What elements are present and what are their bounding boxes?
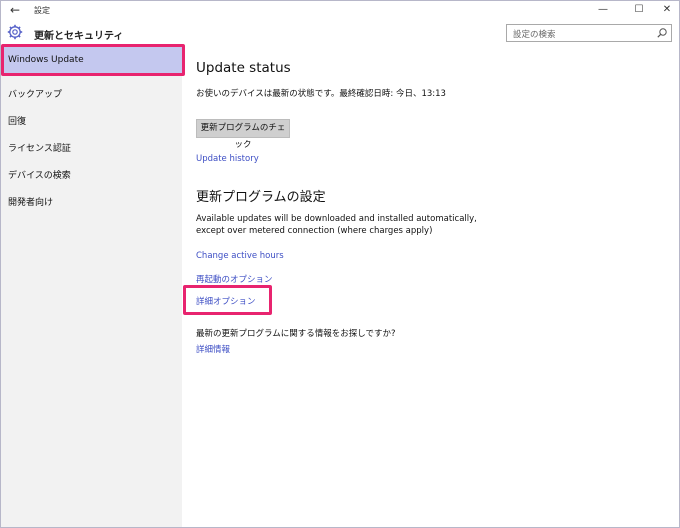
minimize-button[interactable]: — — [591, 2, 615, 18]
search-input[interactable]: 設定の検索 — [506, 24, 672, 42]
change-active-hours-link[interactable]: Change active hours — [196, 251, 284, 261]
gear-icon — [7, 24, 23, 40]
sidebar-item-windows-update[interactable]: Windows Update — [1, 44, 185, 76]
window-title: 設定 — [34, 6, 50, 15]
sidebar-item-recovery[interactable]: 回復 — [1, 110, 182, 134]
advanced-options-highlight — [183, 285, 272, 315]
update-history-link[interactable]: Update history — [196, 154, 259, 164]
maximize-button[interactable]: ☐ — [627, 2, 651, 18]
page-header: 更新とセキュリティ 設定の検索 — [1, 20, 679, 46]
sidebar-item-find-device[interactable]: デバイスの検索 — [1, 164, 182, 188]
title-bar: ← 設定 — ☐ ✕ — [1, 1, 679, 20]
update-settings-heading: 更新プログラムの設定 — [196, 190, 326, 205]
search-icon[interactable] — [656, 27, 668, 39]
sidebar-item-developers[interactable]: 開発者向け — [1, 191, 182, 215]
status-text: お使いのデバイスは最新の状態です。最終確認日時: 今日、13:13 — [196, 89, 446, 99]
sidebar-item-backup[interactable]: バックアップ — [1, 83, 182, 107]
search-placeholder: 設定の検索 — [513, 30, 556, 40]
page-title: 更新とセキュリティ — [34, 31, 124, 42]
update-settings-description: Available updates will be downloaded and… — [196, 213, 496, 237]
settings-window: ← 設定 — ☐ ✕ 更新とセキュリティ 設定の検索 バックアップ 回復 ライセ… — [0, 0, 680, 528]
more-info-link[interactable]: 詳細情報 — [196, 343, 230, 355]
description-line-2: except over metered connection (where ch… — [196, 226, 433, 236]
sidebar: Windows Defender バックアップ 回復 ライセンス認証 デバイスの… — [1, 46, 182, 527]
close-button[interactable]: ✕ — [655, 2, 679, 18]
update-status-heading: Update status — [196, 60, 291, 76]
check-updates-button[interactable]: 更新プログラムのチェック — [196, 119, 290, 150]
restart-options-link[interactable]: 再起動のオプション — [196, 273, 273, 285]
sidebar-item-activation[interactable]: ライセンス認証 — [1, 137, 182, 161]
arrow-left-icon[interactable]: ← — [7, 3, 23, 17]
more-info-question: 最新の更新プログラムに関する情報をお探しですか? — [196, 329, 396, 339]
description-line-1: Available updates will be downloaded and… — [196, 214, 477, 224]
